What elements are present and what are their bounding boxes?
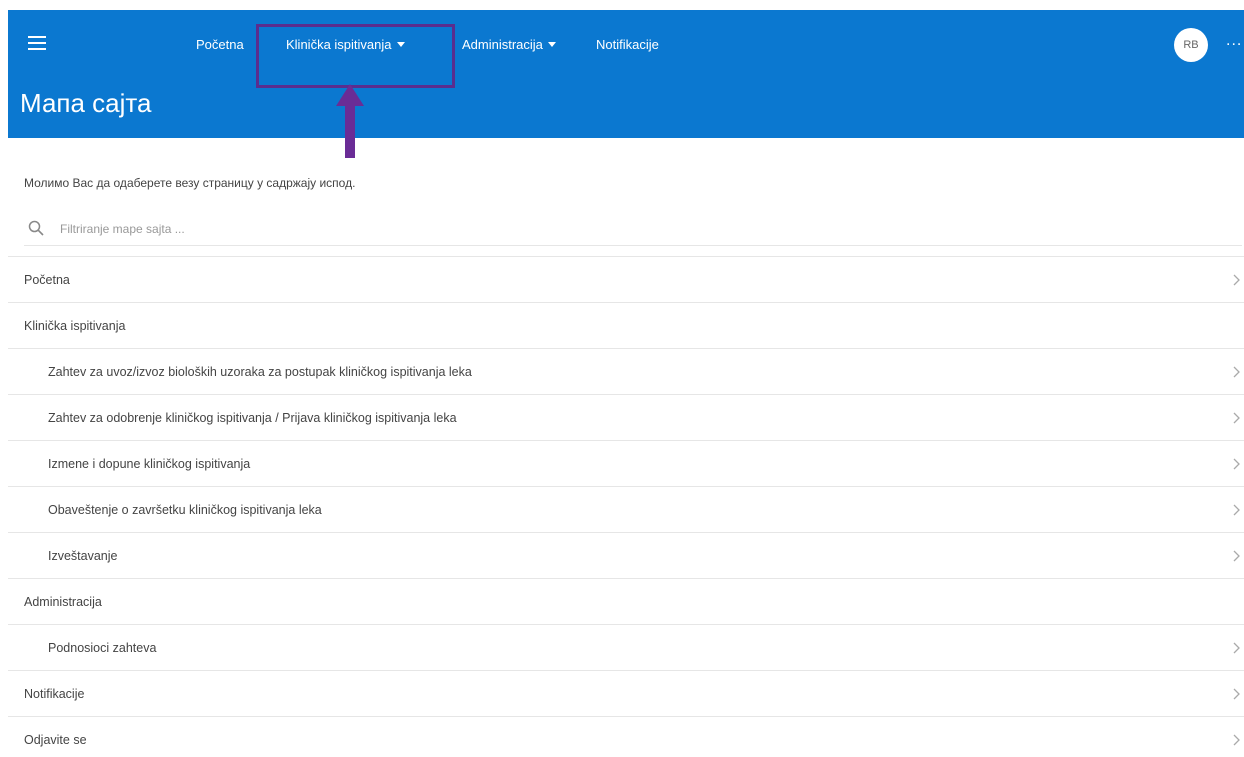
sitemap-row-label: Početna <box>24 272 70 287</box>
user-avatar[interactable]: RB <box>1174 28 1208 62</box>
sitemap-row-label: Podnosioci zahteva <box>48 640 157 655</box>
sitemap-row[interactable]: Izveštavanje <box>8 533 1244 579</box>
sitemap-row-label: Izveštavanje <box>48 548 118 563</box>
sitemap-row-label: Klinička ispitivanja <box>24 318 126 333</box>
chevron-right-icon <box>1233 688 1240 700</box>
chevron-right-icon <box>1233 412 1240 424</box>
sitemap-row-label: Administracija <box>24 594 102 609</box>
sitemap-row: Administracija <box>8 579 1244 625</box>
nav-item-notifikacije[interactable]: Notifikacije <box>596 37 659 52</box>
sitemap-row[interactable]: Notifikacije <box>8 671 1244 717</box>
sitemap-row-label: Izmene i dopune kliničkog ispitivanja <box>48 456 251 471</box>
nav-item-administracija[interactable]: Administracija <box>462 37 556 52</box>
sitemap-row: Klinička ispitivanja <box>8 303 1244 349</box>
sitemap-row[interactable]: Obaveštenje o završetku kliničkog ispiti… <box>8 487 1244 533</box>
sitemap-row-label: Zahtev za uvoz/izvoz bioloških uzoraka z… <box>48 364 472 379</box>
caret-down-icon <box>547 42 556 47</box>
chevron-right-icon <box>1233 550 1240 562</box>
annotation-arrow-icon <box>336 84 364 158</box>
chevron-right-icon <box>1233 642 1240 654</box>
chevron-right-icon <box>1233 458 1240 470</box>
sitemap-filter <box>24 212 1242 246</box>
chevron-right-icon <box>1233 274 1240 286</box>
sitemap-list: Početna Klinička ispitivanja Zahtev za uvo… <box>8 256 1244 757</box>
sitemap-row-label: Odjavite se <box>24 732 87 747</box>
sitemap-row-label: Zahtev za odobrenje kliničkog ispitivanj… <box>48 410 457 425</box>
sitemap-row-label: Obaveštenje o završetku kliničkog ispiti… <box>48 502 322 517</box>
nav-item-label: Administracija <box>462 37 543 52</box>
sitemap-filter-input[interactable] <box>60 218 660 240</box>
top-header: Početna Klinička ispitivanja Administrac… <box>8 10 1244 138</box>
more-options-icon[interactable]: ... <box>1226 32 1242 50</box>
sitemap-row[interactable]: Izmene i dopune kliničkog ispitivanja <box>8 441 1244 487</box>
sitemap-row[interactable]: Odjavite se <box>8 717 1244 757</box>
nav-item-label: Početna <box>196 37 244 52</box>
sitemap-row[interactable]: Zahtev za odobrenje kliničkog ispitivanj… <box>8 395 1244 441</box>
sitemap-row-label: Notifikacije <box>24 686 85 701</box>
nav-item-pocetna[interactable]: Početna <box>196 37 244 52</box>
sitemap-row[interactable]: Početna <box>8 257 1244 303</box>
chevron-right-icon <box>1233 734 1240 746</box>
chevron-right-icon <box>1233 504 1240 516</box>
sitemap-instructions: Молимо Вас да одаберете везу страницу у … <box>24 176 356 190</box>
sitemap-row[interactable]: Podnosioci zahteva <box>8 625 1244 671</box>
chevron-right-icon <box>1233 366 1240 378</box>
annotation-highlight-box <box>256 24 455 88</box>
search-icon <box>28 220 44 236</box>
nav-item-label: Notifikacije <box>596 37 659 52</box>
sitemap-row[interactable]: Zahtev za uvoz/izvoz bioloških uzoraka z… <box>8 349 1244 395</box>
hamburger-menu-icon[interactable] <box>28 36 46 50</box>
page-title: Мапа сајта <box>20 88 152 118</box>
